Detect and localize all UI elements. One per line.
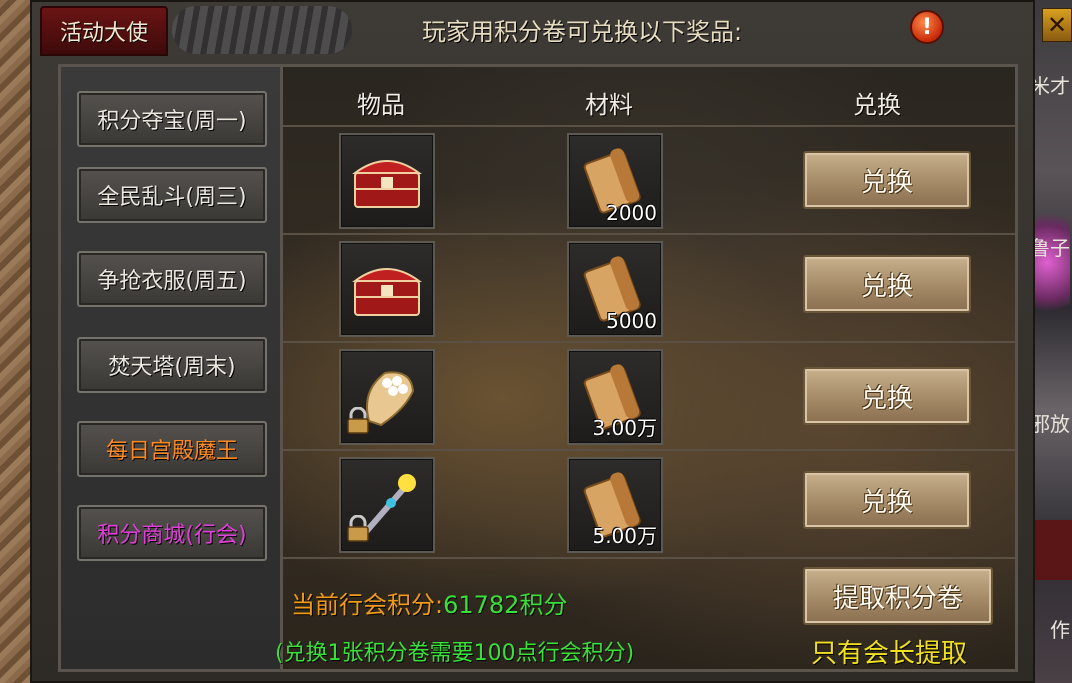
- background-text-4: 作: [1050, 618, 1070, 642]
- window-title: 活动大使: [59, 21, 148, 46]
- sidebar-item-clothes[interactable]: 争抢衣服(周五): [77, 251, 267, 307]
- item-slot[interactable]: [339, 457, 435, 553]
- table-row: 2000 兑换: [283, 125, 1015, 233]
- column-header-material: 材料: [585, 91, 633, 119]
- exchange-button[interactable]: 兑换: [803, 151, 971, 209]
- exchange-rule-note: (兑换1张积分卷需要100点行会积分): [275, 641, 635, 666]
- exchange-button[interactable]: 兑换: [803, 471, 971, 529]
- background-scene-right: [1030, 0, 1072, 683]
- table-row: 3.00万 兑换: [283, 341, 1015, 449]
- withdraw-scroll-button[interactable]: 提取积分卷: [803, 567, 993, 625]
- sidebar-item-points-shop[interactable]: 积分商城(行会): [77, 505, 267, 561]
- content-panel: 积分夺宝(周一) 全民乱斗(周三) 争抢衣服(周五) 焚天塔(周末) 每日宫殿魔…: [58, 64, 1018, 672]
- material-slot[interactable]: 2000: [567, 133, 663, 229]
- sidebar-item-palace-boss[interactable]: 每日宫殿魔王: [77, 421, 267, 477]
- exchange-button[interactable]: 兑换: [803, 255, 971, 313]
- sidebar-item-tower[interactable]: 焚天塔(周末): [77, 337, 267, 393]
- material-quantity: 5000: [606, 309, 657, 333]
- background-character-glow: [1032, 205, 1070, 320]
- guild-points-label: 当前行会积分:: [291, 591, 444, 619]
- window-title-tab: 活动大使: [40, 6, 168, 56]
- guild-points-display: 当前行会积分:61782积分: [291, 585, 567, 620]
- item-slot[interactable]: [339, 241, 435, 337]
- table-row: 5.00万 兑换: [283, 449, 1015, 557]
- background-text-3: 邪放: [1030, 412, 1070, 436]
- sidebar-item-points-treasure[interactable]: 积分夺宝(周一): [77, 91, 267, 147]
- activity-sidebar: 积分夺宝(周一) 全民乱斗(周三) 争抢衣服(周五) 焚天塔(周末) 每日宫殿魔…: [61, 67, 283, 669]
- red-treasure-chest-icon: [351, 160, 423, 208]
- alert-icon[interactable]: !: [910, 10, 944, 44]
- material-quantity: 5.00万: [592, 524, 657, 548]
- material-slot[interactable]: 5000: [567, 241, 663, 337]
- lock-icon: [345, 406, 371, 439]
- material-quantity: 3.00万: [592, 416, 657, 440]
- background-text-2: 鲁子: [1030, 236, 1070, 260]
- leader-only-note: 只有会长提取: [811, 639, 968, 669]
- guild-points-value: 61782积分: [443, 591, 568, 619]
- item-slot[interactable]: [339, 133, 435, 229]
- dragon-ornament-icon: [172, 6, 352, 54]
- material-slot[interactable]: 5.00万: [567, 457, 663, 553]
- column-header-exchange: 兑换: [853, 91, 901, 119]
- material-slot[interactable]: 3.00万: [567, 349, 663, 445]
- sidebar-item-melee[interactable]: 全民乱斗(周三): [77, 167, 267, 223]
- window-heading: 玩家用积分卷可兑换以下奖品:: [422, 18, 743, 46]
- table-divider: [283, 557, 1015, 559]
- close-x-icon[interactable]: ✕: [1042, 8, 1072, 42]
- red-treasure-chest-icon: [351, 268, 423, 316]
- column-header-item: 物品: [357, 91, 405, 119]
- exchange-button[interactable]: 兑换: [803, 367, 971, 425]
- lock-icon: [345, 514, 371, 547]
- item-slot[interactable]: [339, 349, 435, 445]
- background-text-1: 米才: [1030, 74, 1070, 98]
- background-red-banner: [1030, 520, 1072, 580]
- material-quantity: 2000: [606, 201, 657, 225]
- table-row: 5000 兑换: [283, 233, 1015, 341]
- exchange-table: 物品 材料 兑换 2000 兑换 5000 兑换 3.00万 兑换 5.00万 …: [275, 67, 1015, 669]
- activity-window: 活动大使 玩家用积分卷可兑换以下奖品: ! 积分夺宝(周一) 全民乱斗(周三) …: [30, 0, 1035, 683]
